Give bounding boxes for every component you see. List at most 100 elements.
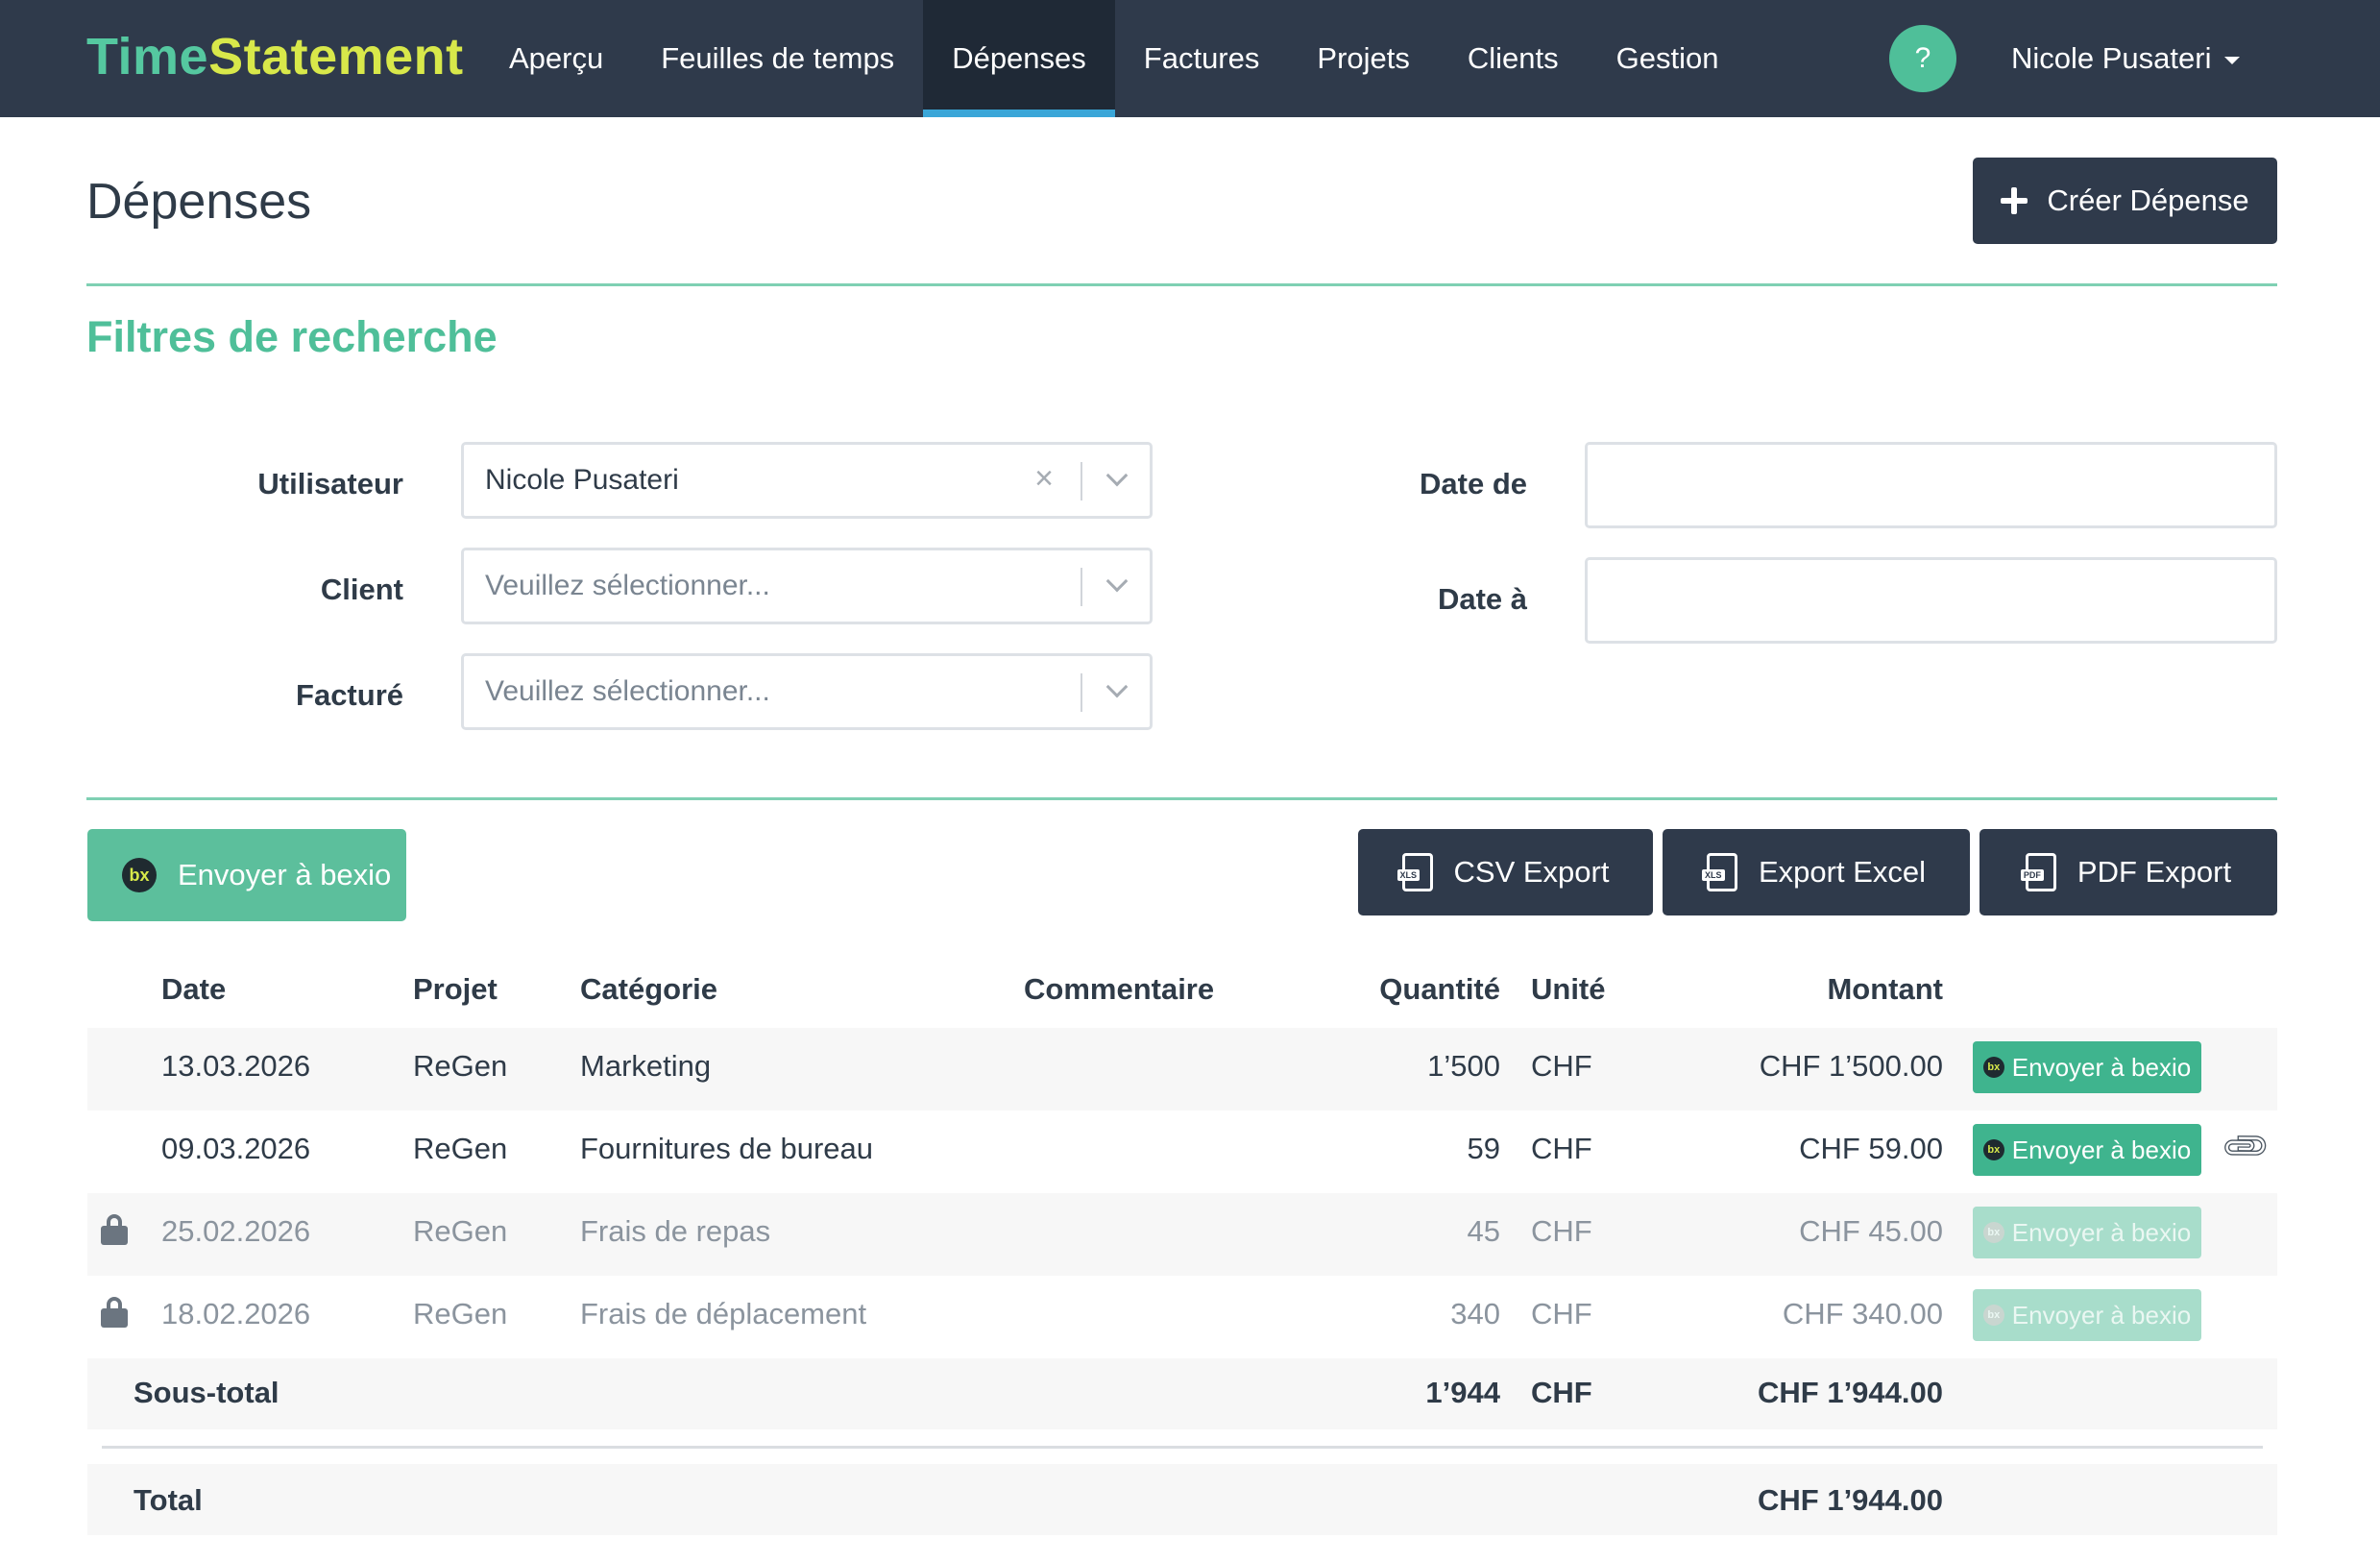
page-title: Dépenses bbox=[86, 174, 312, 230]
csv-export-label: CSV Export bbox=[1453, 855, 1610, 889]
nav-factures[interactable]: Factures bbox=[1115, 0, 1289, 117]
row-send-to-bexio-button-disabled: bx Envoyer à bexio bbox=[1973, 1289, 2201, 1341]
row-send-to-bexio-label: Envoyer à bexio bbox=[2011, 1052, 2192, 1082]
date-to-input[interactable] bbox=[1585, 557, 2277, 644]
cell-quantity: 1’500 bbox=[1427, 1049, 1500, 1083]
row-send-to-bexio-label: Envoyer à bexio bbox=[2011, 1300, 2192, 1330]
date-from-input[interactable] bbox=[1585, 442, 2277, 528]
cell-unit: CHF bbox=[1531, 1049, 1592, 1083]
file-type-tag: PDF bbox=[2020, 869, 2044, 881]
cell-unit: CHF bbox=[1531, 1214, 1592, 1248]
main-nav: Aperçu Feuilles de temps Dépenses Factur… bbox=[480, 0, 1747, 117]
invoiced-select-placeholder: Veuillez sélectionner... bbox=[485, 675, 770, 707]
column-header-quantity[interactable]: Quantité bbox=[1306, 972, 1500, 1007]
row-send-to-bexio-label: Envoyer à bexio bbox=[2011, 1217, 2192, 1247]
cell-date: 18.02.2026 bbox=[161, 1297, 311, 1330]
excel-export-button[interactable]: XLS Export Excel bbox=[1663, 829, 1970, 915]
plus-icon bbox=[2001, 187, 2028, 214]
cell-project: ReGen bbox=[413, 1297, 508, 1330]
help-button[interactable]: ? bbox=[1889, 25, 1956, 92]
column-header-comment[interactable]: Commentaire bbox=[1024, 972, 1214, 1007]
clear-icon[interactable]: × bbox=[1034, 460, 1054, 498]
divider bbox=[86, 797, 2277, 800]
row-send-to-bexio-button[interactable]: bx Envoyer à bexio bbox=[1973, 1124, 2201, 1176]
column-header-date[interactable]: Date bbox=[161, 972, 226, 1007]
lock-icon bbox=[101, 1214, 128, 1247]
subtotal-label: Sous-total bbox=[134, 1376, 279, 1409]
client-filter-label: Client bbox=[320, 573, 403, 606]
bexio-logo-icon: bx bbox=[122, 858, 157, 892]
cell-project: ReGen bbox=[413, 1214, 508, 1248]
send-to-bexio-button[interactable]: bx Envoyer à bexio bbox=[87, 829, 406, 921]
pdf-export-button[interactable]: PDF PDF Export bbox=[1979, 829, 2277, 915]
subtotal-unit: CHF bbox=[1531, 1376, 1592, 1409]
create-expense-button[interactable]: Créer Dépense bbox=[1973, 158, 2277, 244]
nav-depenses[interactable]: Dépenses bbox=[923, 0, 1115, 117]
client-select[interactable]: Veuillez sélectionner... bbox=[461, 548, 1153, 624]
create-expense-label: Créer Dépense bbox=[2047, 183, 2249, 217]
row-send-to-bexio-button[interactable]: bx Envoyer à bexio bbox=[1973, 1041, 2201, 1093]
cell-project: ReGen bbox=[413, 1132, 508, 1165]
cell-project: ReGen bbox=[413, 1049, 508, 1083]
date-to-label: Date à bbox=[1437, 582, 1527, 616]
cell-unit: CHF bbox=[1531, 1297, 1592, 1330]
brand-name-part2: Statement bbox=[208, 28, 464, 85]
column-header-category[interactable]: Catégorie bbox=[580, 972, 717, 1007]
column-header-project[interactable]: Projet bbox=[413, 972, 498, 1007]
cell-quantity: 59 bbox=[1467, 1132, 1500, 1165]
user-select-value: Nicole Pusateri bbox=[485, 464, 679, 496]
divider bbox=[86, 283, 2277, 286]
nav-apercu[interactable]: Aperçu bbox=[480, 0, 632, 117]
row-send-to-bexio-button-disabled: bx Envoyer à bexio bbox=[1973, 1207, 2201, 1258]
total-divider bbox=[102, 1446, 2263, 1449]
table-row[interactable]: 18.02.2026 ReGen Frais de déplacement 34… bbox=[87, 1276, 2277, 1358]
excel-export-label: Export Excel bbox=[1758, 855, 1926, 889]
cell-amount: CHF 59.00 bbox=[1799, 1132, 1943, 1165]
cell-amount: CHF 1’500.00 bbox=[1759, 1049, 1943, 1083]
user-name: Nicole Pusateri bbox=[2011, 41, 2212, 75]
pdf-export-label: PDF Export bbox=[2076, 855, 2232, 889]
pdf-file-icon: PDF bbox=[2020, 853, 2056, 891]
invoiced-select[interactable]: Veuillez sélectionner... bbox=[461, 653, 1153, 730]
select-separator bbox=[1081, 462, 1082, 500]
table-row[interactable]: 09.03.2026 ReGen Fournitures de bureau 5… bbox=[87, 1110, 2277, 1193]
cell-category: Frais de repas bbox=[580, 1214, 771, 1248]
table-row[interactable]: 25.02.2026 ReGen Frais de repas 45 CHF C… bbox=[87, 1193, 2277, 1276]
chevron-down-icon[interactable] bbox=[1105, 675, 1129, 698]
cell-quantity: 340 bbox=[1450, 1297, 1500, 1330]
cell-quantity: 45 bbox=[1467, 1214, 1500, 1248]
select-separator bbox=[1081, 673, 1082, 712]
subtotal-amount: CHF 1’944.00 bbox=[1758, 1376, 1943, 1409]
cell-date: 13.03.2026 bbox=[161, 1049, 311, 1083]
cell-category: Fournitures de bureau bbox=[580, 1132, 874, 1165]
send-to-bexio-label: Envoyer à bexio bbox=[178, 858, 392, 891]
paperclip-icon[interactable]: 📎︎ bbox=[2218, 1119, 2274, 1176]
chevron-down-icon[interactable] bbox=[1105, 464, 1129, 487]
lock-icon bbox=[101, 1297, 128, 1330]
subtotal-row: Sous-total 1’944 CHF CHF 1’944.00 bbox=[87, 1358, 2277, 1429]
column-header-unit[interactable]: Unité bbox=[1531, 972, 1606, 1007]
total-row: Total CHF 1’944.00 bbox=[87, 1464, 2277, 1535]
nav-clients[interactable]: Clients bbox=[1439, 0, 1588, 117]
user-select[interactable]: Nicole Pusateri × bbox=[461, 442, 1153, 519]
cell-date: 09.03.2026 bbox=[161, 1132, 311, 1165]
nav-feuilles-de-temps[interactable]: Feuilles de temps bbox=[632, 0, 923, 117]
select-separator bbox=[1081, 568, 1082, 606]
nav-projets[interactable]: Projets bbox=[1288, 0, 1438, 117]
csv-export-button[interactable]: XLS CSV Export bbox=[1358, 829, 1653, 915]
caret-down-icon bbox=[2224, 57, 2241, 64]
bexio-logo-icon: bx bbox=[1982, 1305, 2004, 1326]
column-header-amount[interactable]: Montant bbox=[1710, 972, 1943, 1007]
cell-unit: CHF bbox=[1531, 1132, 1592, 1165]
cell-amount: CHF 340.00 bbox=[1782, 1297, 1943, 1330]
cell-category: Frais de déplacement bbox=[580, 1297, 867, 1330]
filters-title: Filtres de recherche bbox=[86, 312, 498, 361]
date-from-label: Date de bbox=[1420, 467, 1527, 500]
file-type-tag: XLS bbox=[1396, 869, 1421, 881]
user-menu[interactable]: Nicole Pusateri bbox=[2011, 0, 2241, 117]
brand-logo[interactable]: TimeStatement bbox=[86, 27, 464, 86]
chevron-down-icon[interactable] bbox=[1105, 570, 1129, 593]
invoiced-filter-label: Facturé bbox=[296, 678, 403, 712]
table-row[interactable]: 13.03.2026 ReGen Marketing 1’500 CHF CHF… bbox=[87, 1028, 2277, 1110]
nav-gestion[interactable]: Gestion bbox=[1588, 0, 1748, 117]
